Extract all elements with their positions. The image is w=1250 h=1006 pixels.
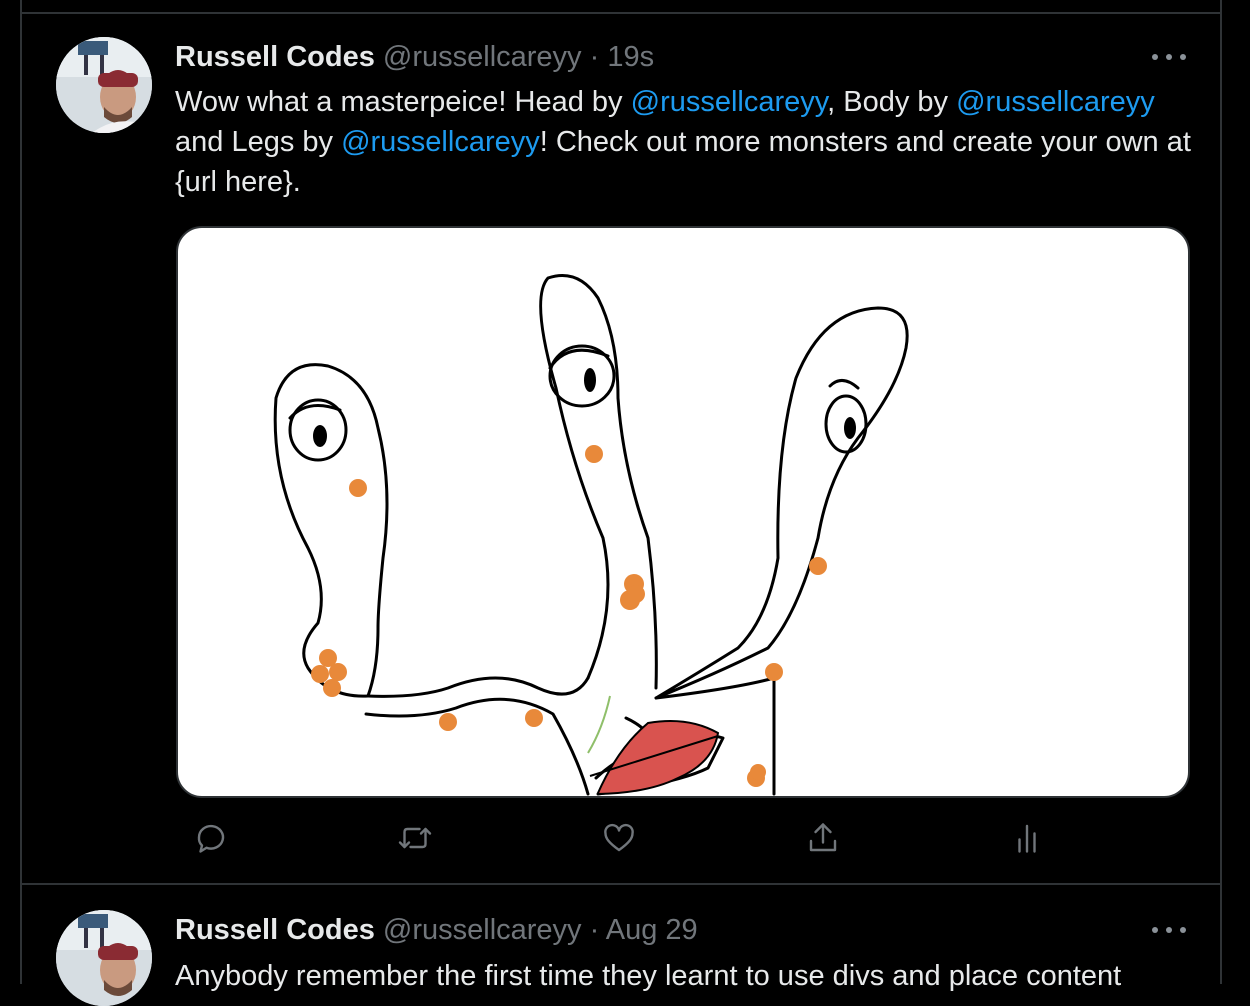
share-icon [809, 823, 837, 852]
mention-link[interactable]: @russellcareyy [631, 86, 828, 118]
more-dot [1152, 54, 1158, 60]
analytics-button[interactable] [1009, 820, 1049, 860]
timeline-column: Russell Codes @russellcareyy · 19s Wow w… [20, 0, 1222, 1006]
more-options-button[interactable] [1152, 47, 1186, 67]
like-button[interactable] [601, 820, 641, 860]
tweet-text-part: , Body by [827, 86, 957, 118]
reply-button[interactable] [193, 820, 233, 860]
share-button[interactable] [805, 820, 845, 860]
separator: · [589, 914, 600, 946]
analytics-icon [1018, 824, 1036, 853]
avatar-photo [56, 910, 152, 1006]
tweet-actions [175, 820, 1036, 860]
author-handle[interactable]: @russellcareyy [383, 914, 582, 946]
timestamp[interactable]: Aug 29 [606, 914, 698, 946]
retweet-button[interactable] [397, 820, 437, 860]
tweet-text: Wow what a masterpeice! Head by @russell… [175, 82, 1205, 202]
author-name[interactable]: Russell Codes [175, 41, 375, 73]
mention-link[interactable]: @russellcareyy [341, 126, 540, 158]
tweet-text: Anybody remember the first time they lea… [175, 960, 1122, 992]
timestamp[interactable]: 19s [607, 41, 654, 73]
more-options-button[interactable] [1152, 920, 1186, 940]
author-name[interactable]: Russell Codes [175, 914, 375, 946]
tweet-header: Russell Codes @russellcareyy · 19s [175, 40, 654, 74]
more-dot [1152, 927, 1158, 933]
more-dot [1180, 927, 1186, 933]
divider [22, 12, 1220, 14]
author-handle[interactable]: @russellcareyy [383, 41, 582, 73]
reply-icon [197, 824, 225, 853]
more-dot [1166, 54, 1172, 60]
more-dot [1166, 927, 1172, 933]
like-icon [604, 823, 634, 852]
tweet-header: Russell Codes @russellcareyy · Aug 29 [175, 913, 698, 947]
monster-drawing [273, 274, 909, 796]
tweet-text-part: and Legs by [175, 126, 342, 158]
avatar[interactable] [56, 910, 152, 1006]
retweet-icon [398, 827, 432, 849]
avatar[interactable] [56, 37, 152, 133]
tweet-text-part: Wow what a masterpeice! Head by [175, 86, 631, 118]
separator: · [589, 41, 600, 73]
more-dot [1180, 54, 1186, 60]
mention-link[interactable]: @russellcareyy [956, 86, 1155, 118]
divider [22, 883, 1220, 885]
tweet-media-image[interactable] [176, 226, 1190, 798]
avatar-photo [56, 37, 152, 133]
